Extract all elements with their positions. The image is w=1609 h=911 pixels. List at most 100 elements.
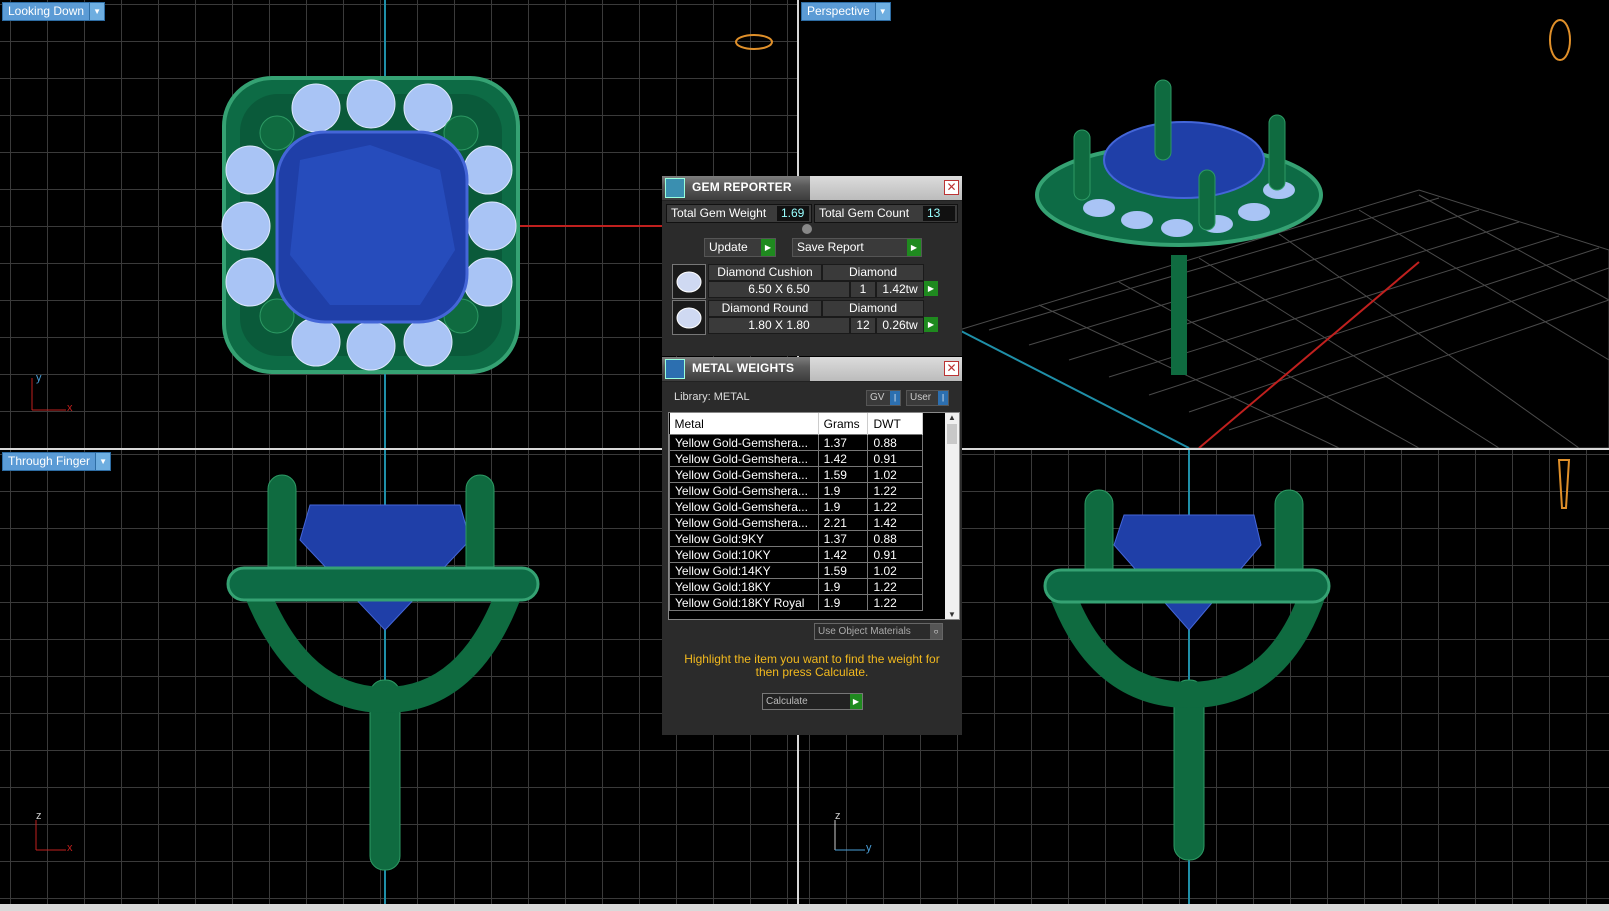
- dwt-cell: 0.91: [867, 450, 923, 467]
- metal-table: Metal Grams DWT Yellow Gold-Gemshera... 1…: [669, 413, 923, 611]
- dwt-cell: 1.42: [867, 514, 923, 531]
- ring-orientation-icon: [1557, 459, 1571, 509]
- grams-cell: 1.59: [817, 466, 869, 483]
- grams-cell: 1.59: [817, 562, 869, 579]
- save-report-button[interactable]: Save Report ▶: [792, 238, 922, 257]
- grams-cell: 1.9: [817, 482, 869, 499]
- gv-toggle[interactable]: GV |: [866, 390, 901, 406]
- metal-name-cell: Yellow Gold:18KY: [669, 578, 819, 595]
- total-gem-weight: Total Gem Weight 1.69: [666, 204, 812, 223]
- dwt-cell: 1.22: [867, 578, 923, 595]
- total-gem-count: Total Gem Count 13: [814, 204, 958, 223]
- grams-cell: 1.9: [817, 498, 869, 515]
- flask-icon: [665, 359, 685, 379]
- axis-label-x: x: [67, 842, 73, 854]
- dwt-cell: 1.22: [867, 594, 923, 611]
- metal-name-cell: Yellow Gold:9KY: [669, 530, 819, 547]
- gem-list-item[interactable]: Diamond Cushion Diamond 6.50 X 6.50 1 1.…: [672, 264, 938, 299]
- axis-label-x: x: [67, 402, 73, 414]
- grams-cell: 1.42: [817, 450, 869, 467]
- dwt-cell: 1.02: [867, 466, 923, 483]
- gem-reporter-icon: [665, 178, 685, 198]
- dwt-cell: 1.02: [867, 562, 923, 579]
- axis-label-z: z: [36, 810, 42, 822]
- metal-weights-panel: METAL WEIGHTS ✕ Library: METAL GV | User…: [662, 357, 962, 735]
- play-icon: ▶: [761, 239, 775, 256]
- metal-name-cell: Yellow Gold-Gemshera...: [669, 498, 819, 515]
- column-header-dwt[interactable]: DWT: [867, 413, 923, 435]
- update-button[interactable]: Update ▶: [704, 238, 776, 257]
- calculate-button[interactable]: Calculate ▶: [762, 693, 863, 710]
- ring-orientation-icon: [1549, 19, 1571, 61]
- grams-cell: 1.9: [817, 594, 869, 611]
- dwt-cell: 0.88: [867, 434, 923, 451]
- grams-cell: 1.42: [817, 546, 869, 563]
- library-label: Library: METAL: [674, 391, 750, 403]
- column-header-grams[interactable]: Grams: [818, 413, 869, 435]
- halo-setting: [1043, 568, 1331, 604]
- instruction-text: Highlight the item you want to find the …: [684, 652, 940, 679]
- metal-name-cell: Yellow Gold-Gemshera...: [669, 482, 819, 499]
- metal-name-cell: Yellow Gold:14KY: [669, 562, 819, 579]
- column-header-metal[interactable]: Metal: [669, 413, 819, 435]
- play-icon: ▶: [907, 239, 921, 256]
- view-selector-looking-down[interactable]: Looking Down ▼: [2, 2, 106, 21]
- table-row[interactable]: Yellow Gold-Gemshera... 1.59 1.02: [669, 466, 923, 483]
- axis-label-z: z: [835, 810, 841, 822]
- metal-name-cell: Yellow Gold-Gemshera...: [669, 434, 819, 451]
- scroll-down-icon[interactable]: ▼: [945, 610, 959, 619]
- gem-reporter-titlebar[interactable]: GEM REPORTER ✕: [662, 176, 962, 201]
- view-selector-perspective[interactable]: Perspective ▼: [801, 2, 891, 21]
- grams-cell: 1.37: [817, 530, 869, 547]
- close-icon[interactable]: ✕: [944, 180, 959, 195]
- scroll-thumb[interactable]: [947, 424, 957, 444]
- use-object-materials-toggle[interactable]: Use Object Materials ○: [814, 623, 943, 640]
- halo-setting: [226, 566, 540, 602]
- metal-name-cell: Yellow Gold-Gemshera...: [669, 466, 819, 483]
- axis-label-y: y: [866, 842, 872, 854]
- grams-cell: 1.37: [817, 434, 869, 451]
- table-row[interactable]: Yellow Gold:18KY Royal 1.9 1.22: [669, 594, 923, 611]
- close-icon[interactable]: ✕: [944, 361, 959, 376]
- dwt-cell: 0.88: [867, 530, 923, 547]
- ring-orientation-icon: [735, 34, 773, 50]
- cushion-gem-icon: [672, 264, 706, 299]
- table-row[interactable]: Yellow Gold-Gemshera... 1.9 1.22: [669, 482, 923, 499]
- metal-table-container[interactable]: Metal Grams DWT Yellow Gold-Gemshera... 1…: [668, 412, 960, 620]
- dwt-cell: 1.22: [867, 498, 923, 515]
- view-selector-through-finger[interactable]: Through Finger ▼: [2, 452, 112, 471]
- grams-cell: 2.21: [817, 514, 869, 531]
- dwt-cell: 0.91: [867, 546, 923, 563]
- round-gem-icon: [672, 300, 706, 335]
- metal-name-cell: Yellow Gold:10KY: [669, 546, 819, 563]
- table-row[interactable]: Yellow Gold-Gemshera... 2.21 1.42: [669, 514, 923, 531]
- collapse-handle[interactable]: [802, 224, 812, 234]
- metal-name-cell: Yellow Gold:18KY Royal: [669, 594, 819, 611]
- user-toggle[interactable]: User |: [906, 390, 949, 406]
- table-row[interactable]: Yellow Gold-Gemshera... 1.42 0.91: [669, 450, 923, 467]
- axis-label-y: y: [36, 372, 42, 384]
- table-row[interactable]: Yellow Gold-Gemshera... 1.37 0.88: [669, 434, 923, 451]
- dropdown-arrow-icon: ▼: [874, 3, 890, 20]
- metal-name-cell: Yellow Gold-Gemshera...: [669, 450, 819, 467]
- toggle-icon: ○: [930, 624, 942, 639]
- table-row[interactable]: Yellow Gold:10KY 1.42 0.91: [669, 546, 923, 563]
- metal-weights-titlebar[interactable]: METAL WEIGHTS ✕: [662, 357, 962, 382]
- gem-reporter-panel: GEM REPORTER ✕ Total Gem Weight 1.69 Tot…: [662, 176, 962, 356]
- table-row[interactable]: Yellow Gold:9KY 1.37 0.88: [669, 530, 923, 547]
- dropdown-arrow-icon: ▼: [89, 3, 105, 20]
- table-scrollbar[interactable]: ▲ ▼: [945, 413, 959, 619]
- grams-cell: 1.9: [817, 578, 869, 595]
- metal-name-cell: Yellow Gold-Gemshera...: [669, 514, 819, 531]
- gem-list-item[interactable]: Diamond Round Diamond 1.80 X 1.80 12 0.2…: [672, 300, 938, 335]
- play-icon[interactable]: ▶: [924, 281, 938, 296]
- play-icon[interactable]: ▶: [924, 317, 938, 332]
- table-row[interactable]: Yellow Gold-Gemshera... 1.9 1.22: [669, 498, 923, 515]
- center-stone: [1103, 121, 1265, 199]
- dropdown-arrow-icon: ▼: [95, 453, 111, 470]
- dwt-cell: 1.22: [867, 482, 923, 499]
- table-row[interactable]: Yellow Gold:18KY 1.9 1.22: [669, 578, 923, 595]
- scroll-up-icon[interactable]: ▲: [945, 413, 959, 422]
- play-icon: ▶: [850, 694, 862, 709]
- table-row[interactable]: Yellow Gold:14KY 1.59 1.02: [669, 562, 923, 579]
